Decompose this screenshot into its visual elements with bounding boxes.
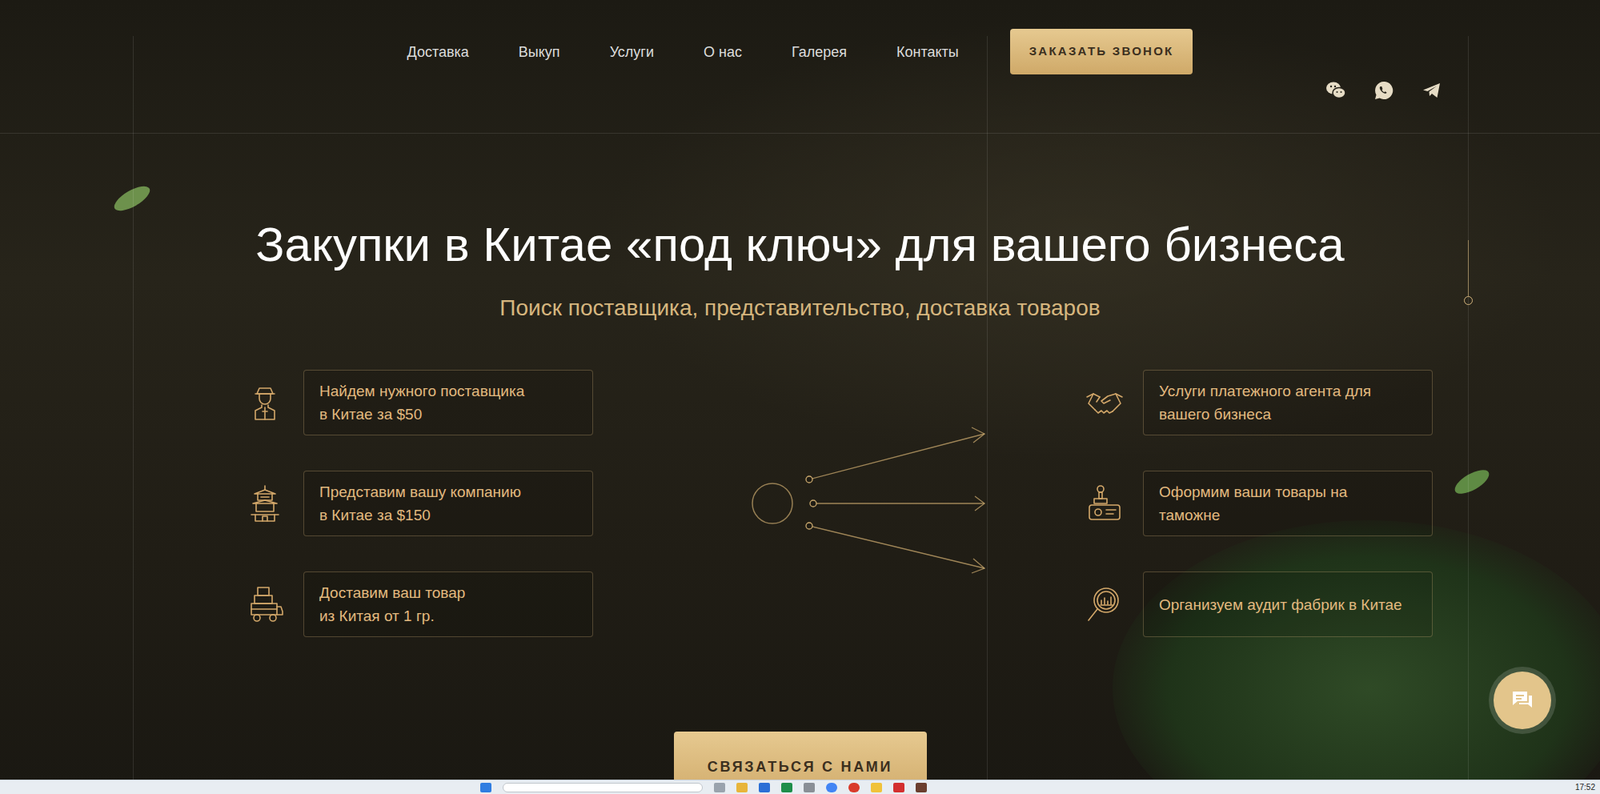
app-icon[interactable] <box>848 782 860 793</box>
delivery-cart-icon <box>244 584 285 625</box>
guide-line <box>1467 36 1469 794</box>
service-text: таможне <box>1158 503 1424 527</box>
clock: 17:52 <box>1575 782 1596 793</box>
person-icon <box>244 382 285 423</box>
service-text: Услуги платежного агента для <box>1158 379 1424 403</box>
app-icon[interactable] <box>893 782 905 793</box>
service-card[interactable]: Найдем нужного поставщикав Китае за $50 <box>303 369 594 436</box>
service-text: Доставим ваш товар <box>319 581 585 605</box>
guide-dot <box>1463 296 1473 305</box>
handshake-icon <box>1084 382 1125 423</box>
service-text: Найдем нужного поставщика <box>319 379 585 403</box>
app-icon[interactable] <box>713 782 726 793</box>
customs-stamp-icon <box>1084 483 1125 524</box>
services: Найдем нужного поставщикав Китае за $50 П… <box>244 369 1433 638</box>
hero-title: Закупки в Китае «под ключ» для вашего би… <box>255 216 1344 273</box>
pagoda-icon <box>244 483 285 524</box>
tree <box>1112 520 1600 794</box>
service-card[interactable]: Оформим ваши товары натаможне <box>1142 470 1433 537</box>
top-nav: ДоставкаВыкупУслугиО насГалереяКонтакты … <box>407 0 1194 75</box>
service-text: вашего бизнеса <box>1158 402 1424 426</box>
taskbar: 17:52 <box>0 779 1600 794</box>
service-item: Доставим ваш товариз Китая от 1 гр. <box>244 571 594 638</box>
guide-accent <box>1467 240 1469 297</box>
wechat-icon[interactable] <box>1324 79 1348 102</box>
chat-button[interactable] <box>1493 671 1552 730</box>
app-icon[interactable] <box>758 782 770 793</box>
page: ДоставкаВыкупУслугиО насГалереяКонтакты … <box>0 0 1600 794</box>
service-item: Представим вашу компаниюв Китае за $150 <box>244 470 594 537</box>
service-item: Услуги платежного агента длявашего бизне… <box>1084 369 1433 436</box>
services-left-column: Найдем нужного поставщикав Китае за $50 П… <box>244 369 594 638</box>
browser-icon[interactable] <box>826 782 838 793</box>
header: ДоставкаВыкупУслугиО насГалереяКонтакты … <box>0 0 1600 134</box>
service-text: в Китае за $150 <box>319 503 585 527</box>
service-text: из Китая от 1 гр. <box>319 604 585 628</box>
telegram-icon[interactable] <box>1420 79 1444 102</box>
service-card[interactable]: Услуги платежного агента длявашего бизне… <box>1142 369 1433 436</box>
service-card[interactable]: Доставим ваш товариз Китая от 1 гр. <box>303 571 594 638</box>
service-text: в Китае за $50 <box>319 402 585 426</box>
social-links <box>1324 79 1444 102</box>
folder-icon[interactable] <box>736 782 748 793</box>
service-item: Оформим ваши товары натаможне <box>1084 470 1433 537</box>
service-item: Организуем аудит фабрик в Китае <box>1084 571 1433 638</box>
service-text: Оформим ваши товары на <box>1158 480 1424 504</box>
app-icon[interactable] <box>781 782 793 793</box>
nav-menu: Доставка Выкуп Услуги О нас Галерея Контакты <box>407 42 959 62</box>
nav-item[interactable]: Галерея <box>791 42 847 62</box>
service-text: Представим вашу компанию <box>319 480 585 504</box>
service-card[interactable]: Представим вашу компаниюв Китае за $150 <box>303 470 594 537</box>
nav-item[interactable]: Доставка <box>407 42 470 62</box>
audit-icon <box>1084 584 1125 625</box>
start-icon[interactable] <box>480 782 492 793</box>
guide-line <box>132 36 134 794</box>
nav-item[interactable]: Услуги <box>609 42 654 62</box>
service-item: Найдем нужного поставщикав Китае за $50 <box>244 369 594 436</box>
guide-line <box>986 36 988 794</box>
hero: Закупки в Китае «под ключ» для вашего би… <box>0 133 1600 794</box>
app-icon[interactable] <box>870 782 883 793</box>
service-text: Организуем аудит фабрик в Китае <box>1158 593 1424 617</box>
hero-subtitle: Поиск поставщика, представительство, дос… <box>499 293 1100 323</box>
search-box[interactable] <box>502 782 703 793</box>
leaf-icon <box>110 181 153 216</box>
app-icon[interactable] <box>803 782 815 793</box>
nav-item[interactable]: Выкуп <box>518 42 561 62</box>
chat-icon <box>1510 688 1535 713</box>
nav-item[interactable]: Контакты <box>896 42 959 62</box>
callback-button[interactable]: ЗАКАЗАТЬ ЗВОНОК <box>1010 28 1194 75</box>
whatsapp-icon[interactable] <box>1372 79 1396 102</box>
app-icon[interactable] <box>915 782 927 793</box>
nav-item[interactable]: О нас <box>703 42 742 62</box>
service-card[interactable]: Организуем аудит фабрик в Китае <box>1142 571 1433 638</box>
services-right-column: Услуги платежного агента длявашего бизне… <box>1084 369 1433 638</box>
